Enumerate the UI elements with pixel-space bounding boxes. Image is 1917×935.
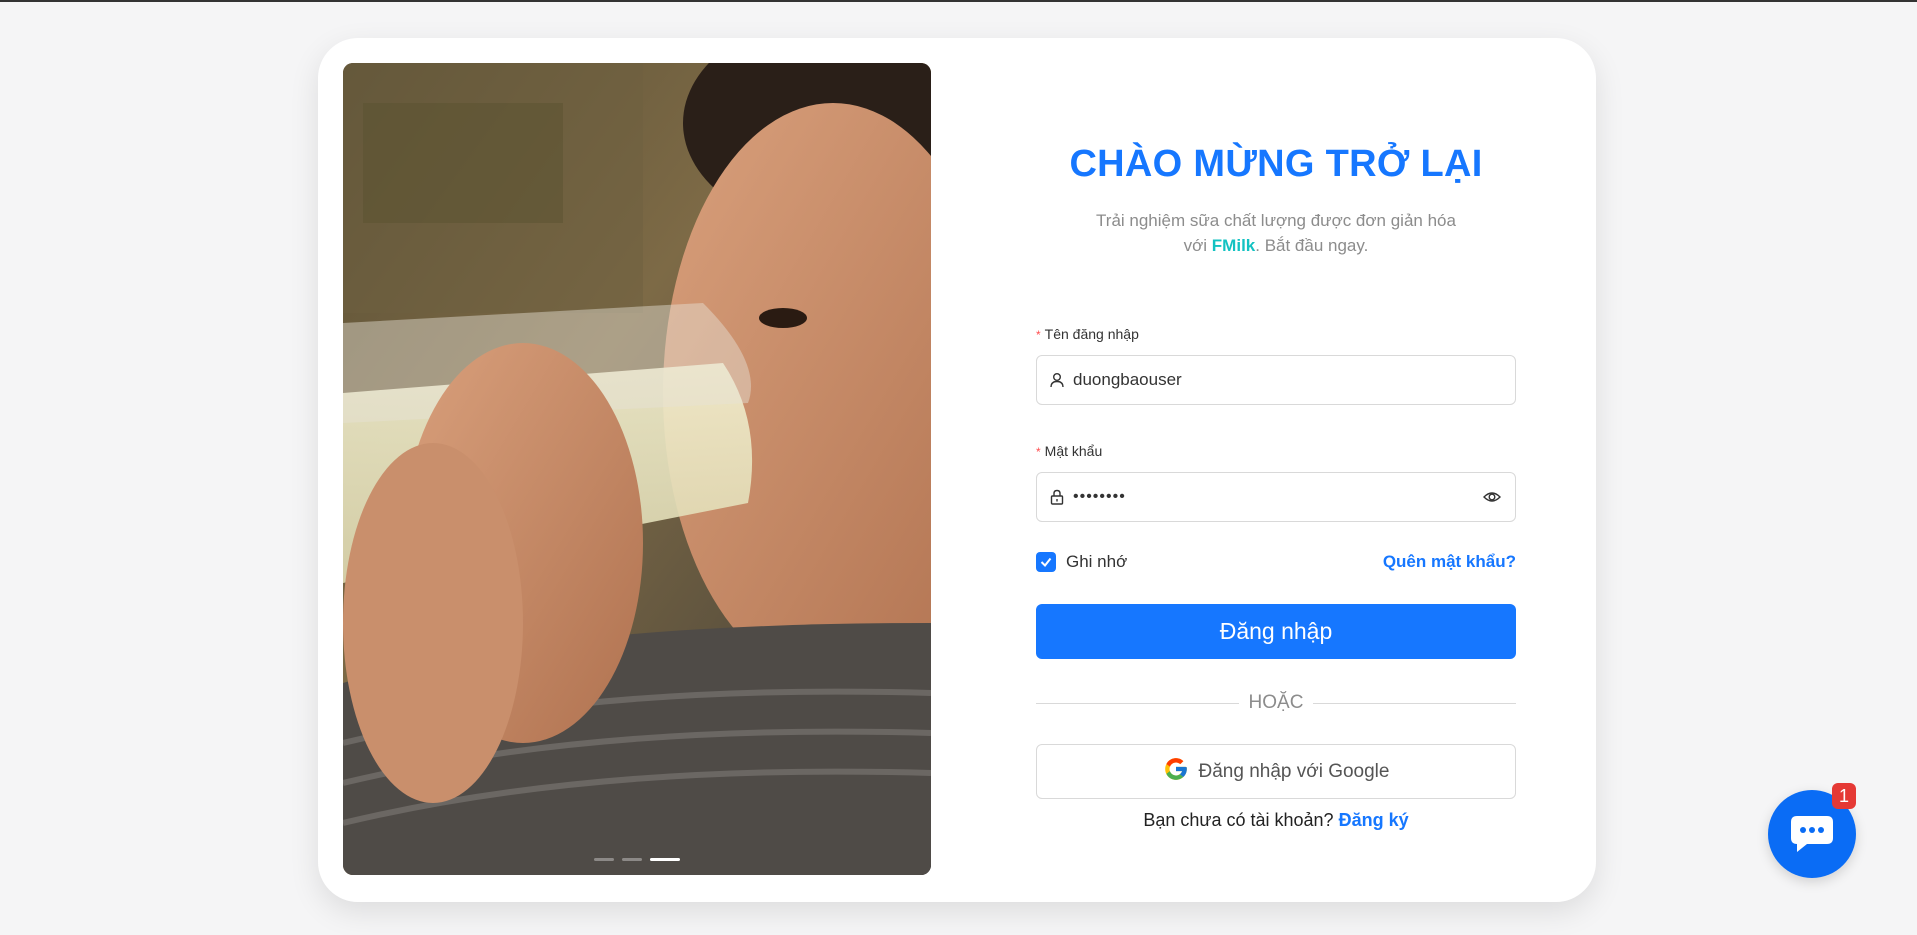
child-drinking-milk-illustration [343, 63, 931, 875]
required-mark: * [1036, 445, 1041, 459]
eye-icon[interactable] [1483, 487, 1503, 507]
carousel-dot-active[interactable] [650, 858, 680, 861]
chat-bubble-icon [1791, 816, 1833, 852]
user-icon [1049, 371, 1067, 389]
subtitle-text-end: . Bắt đầu ngay. [1255, 236, 1369, 255]
subtitle: Trải nghiệm sữa chất lượng được đơn giản… [1096, 208, 1456, 258]
carousel-dot[interactable] [594, 858, 614, 861]
google-login-button[interactable]: Đăng nhập với Google [1036, 744, 1516, 799]
remember-me[interactable]: Ghi nhớ [1036, 552, 1127, 572]
signup-text: Bạn chưa có tài khoản? [1143, 810, 1339, 830]
login-button[interactable]: Đăng nhập [1036, 604, 1516, 659]
google-icon [1163, 756, 1189, 788]
notification-badge: 1 [1832, 783, 1856, 809]
password-field[interactable]: •••••••• [1036, 472, 1516, 522]
username-value: duongbaouser [1073, 370, 1182, 389]
divider-text: HOẶC [1248, 692, 1304, 713]
remember-label: Ghi nhớ [1066, 552, 1128, 571]
forgot-password-link[interactable]: Quên mật khẩu? [1383, 552, 1516, 572]
brand-name: FMilk [1211, 236, 1256, 255]
username-label-text: Tên đăng nhập [1044, 326, 1139, 342]
signup-prompt: Bạn chưa có tài khoản? Đăng ký [1036, 810, 1516, 831]
password-value: •••••••• [1073, 488, 1126, 505]
password-label-text: Mật khẩu [1044, 443, 1103, 459]
check-icon [1040, 557, 1052, 568]
password-label: * Mật khẩu [1036, 443, 1102, 459]
divider-line [1036, 702, 1239, 704]
google-button-label: Đăng nhập với Google [1198, 760, 1390, 782]
page-title: CHÀO MỪNG TRỞ LẠI [1069, 143, 1483, 185]
hero-image [343, 63, 931, 875]
login-card: CHÀO MỪNG TRỞ LẠI Trải nghiệm sữa chất l… [318, 38, 1596, 902]
carousel-dot[interactable] [622, 858, 642, 861]
or-divider: HOẶC [1036, 692, 1516, 714]
login-form: CHÀO MỪNG TRỞ LẠI Trải nghiệm sữa chất l… [1036, 38, 1516, 902]
lock-icon [1049, 488, 1067, 506]
username-field[interactable]: duongbaouser [1036, 355, 1516, 405]
signup-link[interactable]: Đăng ký [1339, 810, 1409, 830]
required-mark: * [1036, 328, 1041, 342]
remember-checkbox[interactable] [1036, 552, 1056, 572]
username-label: * Tên đăng nhập [1036, 326, 1139, 342]
carousel-indicators [594, 858, 680, 861]
divider-line [1313, 702, 1516, 704]
